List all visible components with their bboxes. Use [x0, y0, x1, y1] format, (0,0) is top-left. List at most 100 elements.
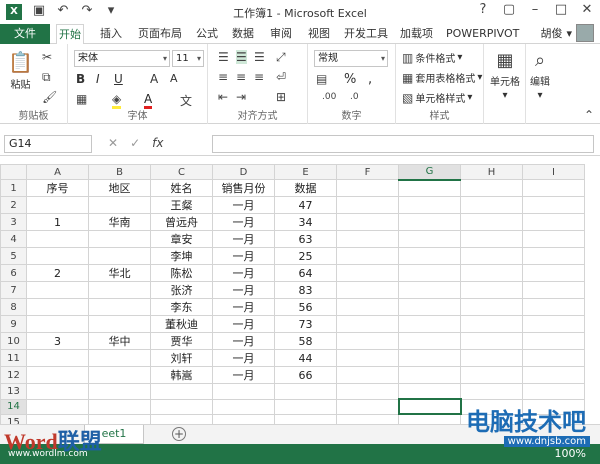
- cell[interactable]: [88, 366, 151, 385]
- paste-button[interactable]: 📋 粘贴: [8, 50, 33, 91]
- row-header[interactable]: 9: [0, 315, 27, 334]
- cancel-icon[interactable]: ✕: [108, 136, 118, 150]
- cell[interactable]: [26, 196, 89, 215]
- cell[interactable]: [460, 332, 523, 351]
- cell[interactable]: [150, 398, 213, 415]
- increase-decimal-button[interactable]: .00: [322, 92, 336, 102]
- cell[interactable]: [522, 196, 585, 215]
- cell[interactable]: [88, 247, 151, 266]
- cell[interactable]: [150, 383, 213, 400]
- cell[interactable]: 韩嵩: [150, 366, 213, 385]
- cell[interactable]: [522, 383, 585, 400]
- cell[interactable]: 66: [274, 366, 337, 385]
- cell[interactable]: 44: [274, 349, 337, 368]
- cell[interactable]: [336, 264, 399, 283]
- cell[interactable]: [460, 230, 523, 249]
- cell[interactable]: [522, 315, 585, 334]
- cell[interactable]: [460, 196, 523, 215]
- cell[interactable]: [336, 366, 399, 385]
- cell[interactable]: 曾远舟: [150, 213, 213, 232]
- row-header[interactable]: 5: [0, 247, 27, 266]
- cell[interactable]: [26, 247, 89, 266]
- cell[interactable]: 华北: [88, 264, 151, 283]
- column-header[interactable]: C: [150, 164, 213, 181]
- cell[interactable]: [88, 196, 151, 215]
- cell[interactable]: 华南: [88, 213, 151, 232]
- cell[interactable]: [398, 196, 461, 215]
- cell[interactable]: [26, 383, 89, 400]
- cell[interactable]: [398, 281, 461, 300]
- column-header[interactable]: E: [274, 164, 337, 181]
- cell[interactable]: [522, 332, 585, 351]
- accounting-button[interactable]: ▤: [316, 72, 327, 86]
- cell[interactable]: [460, 366, 523, 385]
- cell[interactable]: 64: [274, 264, 337, 283]
- tab-addins[interactable]: 加载项: [398, 24, 435, 44]
- cell[interactable]: [336, 332, 399, 351]
- cell[interactable]: [26, 298, 89, 317]
- cell[interactable]: [88, 413, 151, 424]
- cell[interactable]: [460, 298, 523, 317]
- tab-home[interactable]: 开始: [56, 24, 84, 45]
- tab-insert[interactable]: 插入: [98, 24, 124, 44]
- orientation-button[interactable]: ⤢: [276, 50, 286, 65]
- cell[interactable]: [336, 398, 399, 415]
- tab-data[interactable]: 数据: [230, 24, 256, 44]
- cell[interactable]: 一月: [212, 366, 275, 385]
- name-box[interactable]: G14: [4, 135, 92, 153]
- row-header[interactable]: 7: [0, 281, 27, 300]
- italic-button[interactable]: I: [96, 72, 100, 86]
- cell[interactable]: [26, 349, 89, 368]
- minimize-icon[interactable]: –: [526, 2, 544, 17]
- cell[interactable]: [398, 332, 461, 351]
- decrease-decimal-button[interactable]: .0: [350, 92, 359, 102]
- row-header[interactable]: 3: [0, 213, 27, 232]
- cell[interactable]: [26, 366, 89, 385]
- cell[interactable]: 华中: [88, 332, 151, 351]
- cell[interactable]: [336, 349, 399, 368]
- tab-review[interactable]: 审阅: [268, 24, 294, 44]
- formula-input[interactable]: [212, 135, 594, 153]
- cell[interactable]: [88, 230, 151, 249]
- cut-button[interactable]: ✂: [42, 50, 52, 64]
- tab-developer[interactable]: 开发工具: [342, 24, 390, 44]
- zoom-level[interactable]: 100%: [555, 447, 586, 460]
- row-header[interactable]: 4: [0, 230, 27, 249]
- close-icon[interactable]: ✕: [578, 2, 596, 17]
- comma-button[interactable]: ,: [368, 72, 372, 87]
- cell[interactable]: 一月: [212, 349, 275, 368]
- cell[interactable]: [336, 383, 399, 400]
- cell[interactable]: [398, 383, 461, 400]
- cell[interactable]: [88, 349, 151, 368]
- percent-button[interactable]: %: [344, 72, 356, 87]
- bold-button[interactable]: B: [76, 72, 85, 86]
- enter-icon[interactable]: ✓: [130, 136, 140, 150]
- number-format-combo[interactable]: 常规 ▾: [314, 50, 388, 67]
- align-middle-button[interactable]: ☰: [236, 50, 247, 64]
- cell[interactable]: [88, 298, 151, 317]
- cell[interactable]: 姓名: [150, 179, 213, 198]
- cell[interactable]: [398, 230, 461, 249]
- cell[interactable]: 董秋迪: [150, 315, 213, 334]
- cell[interactable]: [460, 383, 523, 400]
- cell[interactable]: [398, 213, 461, 232]
- cell[interactable]: [460, 213, 523, 232]
- decrease-font-button[interactable]: A: [170, 72, 178, 85]
- cell[interactable]: 一月: [212, 298, 275, 317]
- cell[interactable]: [88, 315, 151, 334]
- row-header[interactable]: 10: [0, 332, 27, 351]
- cell[interactable]: [460, 179, 523, 198]
- tab-view[interactable]: 视图: [306, 24, 332, 44]
- cell[interactable]: [274, 383, 337, 400]
- cell[interactable]: [522, 247, 585, 266]
- decrease-indent-button[interactable]: ⇤: [218, 90, 228, 104]
- font-name-combo[interactable]: 宋体 ▾: [74, 50, 170, 67]
- row-header[interactable]: 11: [0, 349, 27, 368]
- cell[interactable]: 一月: [212, 315, 275, 334]
- conditional-format-button[interactable]: ▥ 条件格式 ▾: [402, 50, 462, 66]
- maximize-icon[interactable]: □: [552, 2, 570, 17]
- cell[interactable]: 一月: [212, 213, 275, 232]
- cell[interactable]: [336, 315, 399, 334]
- cell[interactable]: [336, 179, 399, 198]
- cell[interactable]: [522, 298, 585, 317]
